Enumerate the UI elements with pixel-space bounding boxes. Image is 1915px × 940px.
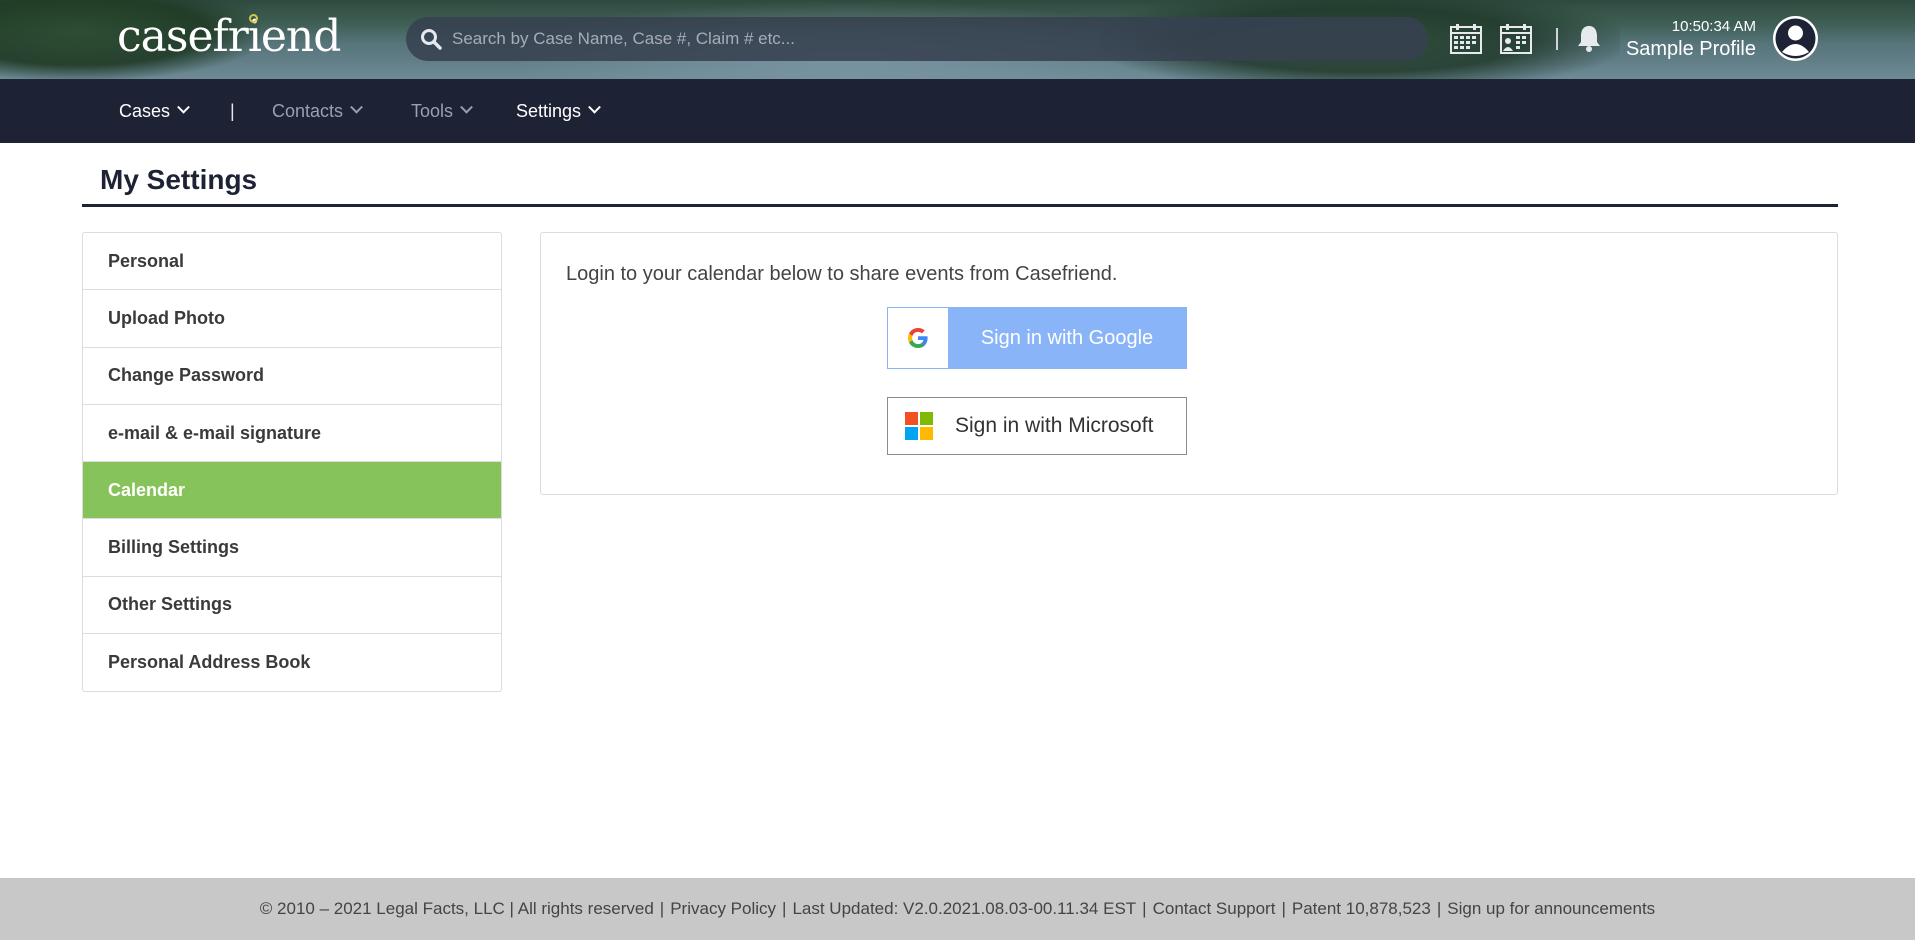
header-divider bbox=[1556, 28, 1558, 50]
nav-contacts-label: Contacts bbox=[272, 100, 344, 121]
sidebar-item-label: Other Settings bbox=[108, 594, 233, 615]
settings-sidebar: Personal Upload Photo Change Password e-… bbox=[82, 232, 502, 693]
sidebar-item-change-password[interactable]: Change Password bbox=[83, 348, 501, 405]
sign-in-microsoft-button[interactable]: Sign in with Microsoft bbox=[887, 397, 1187, 455]
footer-separator: | bbox=[1436, 899, 1442, 918]
avatar-icon[interactable] bbox=[1773, 16, 1818, 61]
nav-settings[interactable]: Settings bbox=[516, 79, 601, 143]
main-nav: Cases | Contacts Tools Settings bbox=[0, 79, 1915, 143]
footer-separator: | bbox=[659, 899, 665, 918]
privacy-policy-link[interactable]: Privacy Policy bbox=[670, 899, 776, 919]
sidebar-item-email-signature[interactable]: e-mail & e-mail signature bbox=[83, 405, 501, 463]
nav-tools[interactable]: Tools bbox=[411, 79, 473, 143]
sidebar-item-upload-photo[interactable]: Upload Photo bbox=[83, 290, 501, 348]
sign-in-google-button[interactable]: Sign in with Google bbox=[887, 307, 1187, 369]
footer-separator: | bbox=[1281, 899, 1286, 918]
sidebar-item-billing-settings[interactable]: Billing Settings bbox=[83, 519, 501, 577]
page-title: My Settings bbox=[100, 164, 258, 195]
sidebar-item-label: Upload Photo bbox=[108, 307, 225, 328]
page-footer: © 2010 – 2021 Legal Facts, LLC | All rig… bbox=[0, 878, 1915, 940]
sidebar-item-personal-address-book[interactable]: Personal Address Book bbox=[83, 634, 501, 691]
announcements-signup-link[interactable]: Sign up for announcements bbox=[1447, 899, 1655, 919]
nav-settings-label: Settings bbox=[516, 100, 582, 121]
calendar-instructions: Login to your calendar below to share ev… bbox=[566, 263, 1118, 285]
casefriend-logo[interactable]: casefriend bbox=[117, 11, 341, 62]
nav-contacts[interactable]: Contacts bbox=[272, 79, 363, 143]
search-icon bbox=[420, 28, 442, 50]
sidebar-item-calendar[interactable]: Calendar bbox=[83, 462, 501, 520]
microsoft-icon bbox=[905, 412, 933, 440]
calendar-grid-icon[interactable] bbox=[1450, 24, 1482, 54]
search-bar[interactable] bbox=[406, 17, 1428, 61]
chevron-down-icon bbox=[588, 100, 601, 114]
sidebar-item-label: Billing Settings bbox=[108, 537, 240, 558]
google-icon bbox=[888, 308, 948, 368]
logo-text: casefriend bbox=[117, 11, 341, 62]
chevron-down-icon bbox=[177, 100, 190, 114]
nav-separator: | bbox=[230, 100, 235, 121]
sidebar-item-personal[interactable]: Personal bbox=[83, 233, 501, 291]
footer-separator: | bbox=[782, 899, 787, 918]
calendar-panel: Login to your calendar below to share ev… bbox=[540, 232, 1838, 495]
contact-support-link[interactable]: Contact Support bbox=[1153, 899, 1276, 919]
title-divider bbox=[82, 204, 1838, 207]
sidebar-item-label: Calendar bbox=[108, 479, 186, 500]
profile-name[interactable]: Sample Profile bbox=[1600, 38, 1756, 61]
nav-cases[interactable]: Cases bbox=[119, 79, 190, 143]
sidebar-item-other-settings[interactable]: Other Settings bbox=[83, 577, 501, 635]
footer-copyright: © 2010 – 2021 Legal Facts, LLC | All rig… bbox=[259, 899, 654, 918]
calendar-user-icon[interactable] bbox=[1500, 24, 1532, 54]
sidebar-item-label: Personal Address Book bbox=[108, 652, 311, 673]
header-bar: casefriend Search by Case Name, Case #, … bbox=[0, 0, 1915, 79]
patent-link[interactable]: Patent 10,878,523 bbox=[1292, 899, 1431, 919]
footer-last-updated: Last Updated: V2.0.2021.08.03-00.11.34 E… bbox=[792, 899, 1137, 918]
nav-tools-label: Tools bbox=[411, 100, 454, 121]
nav-cases-label: Cases bbox=[119, 100, 171, 121]
footer-separator: | bbox=[1142, 899, 1147, 918]
sidebar-item-label: Personal bbox=[108, 250, 185, 271]
microsoft-button-label: Sign in with Microsoft bbox=[955, 414, 1154, 437]
logo-dot-icon bbox=[249, 14, 258, 23]
bell-icon[interactable] bbox=[1576, 24, 1602, 54]
google-button-label: Sign in with Google bbox=[980, 326, 1154, 349]
chevron-down-icon bbox=[350, 100, 363, 114]
chevron-down-icon bbox=[460, 100, 473, 114]
clock-time: 10:50:34 AM bbox=[1671, 18, 1756, 35]
sidebar-item-label: e-mail & e-mail signature bbox=[108, 422, 322, 443]
sidebar-item-label: Change Password bbox=[108, 365, 265, 386]
search-input[interactable] bbox=[452, 29, 1352, 49]
